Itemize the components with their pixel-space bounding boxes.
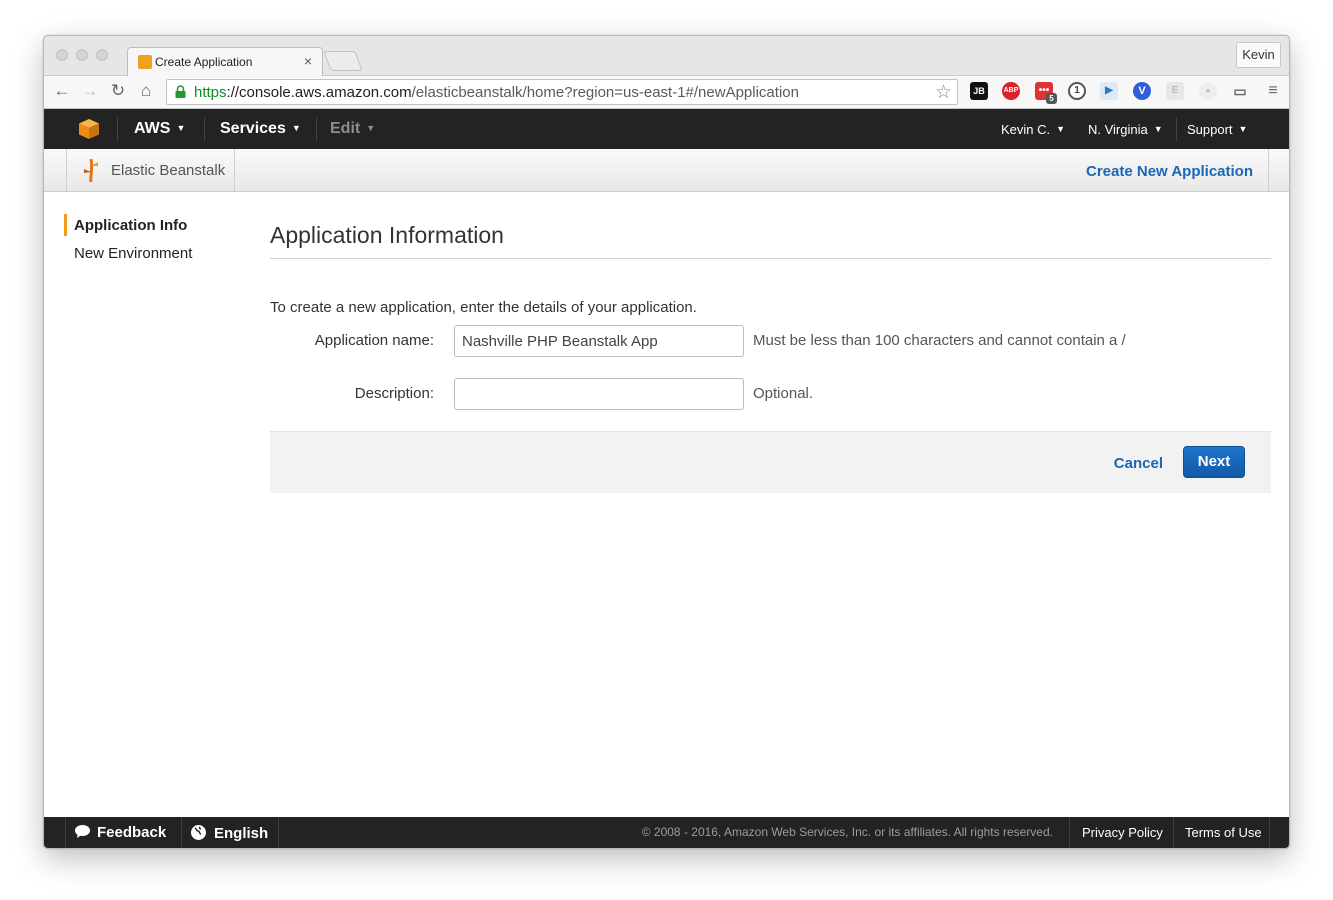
- chevron-down-icon: ▼: [366, 123, 376, 133]
- reader-extension-icon[interactable]: E: [1166, 82, 1184, 100]
- footer-divider: [278, 817, 279, 848]
- service-name[interactable]: Elastic Beanstalk: [66, 149, 235, 192]
- aws-menu[interactable]: AWS ▼: [134, 120, 185, 138]
- nav-divider: [316, 117, 317, 141]
- application-name-hint: Must be less than 100 characters and can…: [753, 332, 1126, 349]
- tab-close-icon[interactable]: ×: [304, 53, 312, 69]
- services-menu[interactable]: Services ▼: [220, 120, 301, 138]
- page-footer: Feedback English © 2008 - 2016, Amazon W…: [44, 817, 1289, 848]
- description-hint: Optional.: [753, 385, 814, 402]
- zoom-window-button[interactable]: [96, 49, 108, 61]
- nav-divider: [1176, 117, 1177, 141]
- privacy-policy-link[interactable]: Privacy Policy: [1082, 825, 1163, 840]
- browser-window: Create Application × Kevin ← → ↻ ⌂ https…: [43, 35, 1290, 849]
- footer-divider: [181, 817, 182, 848]
- adblock-extension-icon[interactable]: ABP: [1002, 82, 1020, 100]
- user-menu[interactable]: Kevin C. ▼: [1001, 122, 1065, 137]
- create-new-application-link[interactable]: Create New Application: [1086, 163, 1253, 180]
- aws-top-nav: AWS ▼ Services ▼ Edit ▼ Kevin C. ▼ N. Virgin…: [44, 109, 1289, 149]
- support-menu[interactable]: Support ▼: [1187, 122, 1247, 137]
- footer-divider: [65, 817, 66, 848]
- application-name-label: Application name:: [314, 332, 434, 349]
- terms-of-use-link[interactable]: Terms of Use: [1185, 825, 1262, 840]
- active-step-indicator: [64, 214, 67, 236]
- minimize-window-button[interactable]: [76, 49, 88, 61]
- globe-icon: [191, 825, 206, 840]
- browser-tab[interactable]: Create Application ×: [127, 47, 323, 77]
- chevron-down-icon: ▼: [1056, 124, 1066, 134]
- feedback-link[interactable]: Feedback: [74, 824, 166, 841]
- description-label: Description:: [354, 385, 434, 402]
- region-menu[interactable]: N. Virginia ▼: [1088, 122, 1163, 137]
- page-title: Application Information: [270, 222, 1271, 259]
- record-extension-icon[interactable]: ●: [1199, 82, 1217, 100]
- bookmark-star-icon[interactable]: ☆: [935, 81, 952, 104]
- edit-menu[interactable]: Edit ▼: [330, 120, 375, 138]
- play-extension-icon[interactable]: ▶: [1100, 82, 1118, 100]
- description-row: Description: Optional.: [270, 378, 1271, 410]
- form-intro-text: To create a new application, enter the d…: [270, 299, 697, 316]
- new-tab-button[interactable]: [323, 51, 363, 71]
- forward-arrow-icon[interactable]: →: [80, 81, 100, 101]
- footer-divider: [1269, 817, 1270, 848]
- address-bar[interactable]: https://console.aws.amazon.com/elasticbe…: [166, 79, 958, 105]
- service-name-label: Elastic Beanstalk: [111, 162, 226, 179]
- vimeo-extension-icon[interactable]: V: [1133, 82, 1151, 100]
- footer-divider: [1173, 817, 1174, 848]
- application-form: Application Information To create a new …: [270, 222, 1271, 493]
- description-input[interactable]: [454, 378, 744, 410]
- tab-strip: Create Application × Kevin: [44, 36, 1289, 77]
- aws-favicon-icon: [138, 55, 152, 69]
- application-name-input[interactable]: [454, 325, 744, 357]
- cast-icon[interactable]: ▭: [1231, 82, 1249, 100]
- chevron-down-icon: ▼: [291, 123, 301, 133]
- chevron-down-icon: ▼: [1153, 124, 1163, 134]
- reload-icon[interactable]: ↻: [108, 81, 128, 101]
- url-text: https://console.aws.amazon.com/elasticbe…: [194, 84, 799, 101]
- tab-title: Create Application: [155, 55, 253, 69]
- step-application-info[interactable]: Application Info: [74, 217, 187, 234]
- header-divider: [1268, 149, 1269, 192]
- language-selector[interactable]: English: [190, 824, 268, 842]
- profile-button[interactable]: Kevin: [1236, 42, 1281, 68]
- chevron-down-icon: ▼: [1238, 124, 1248, 134]
- chevron-down-icon: ▼: [176, 123, 186, 133]
- aws-cube-icon[interactable]: [78, 118, 100, 140]
- application-name-row: Application name: Must be less than 100 …: [270, 325, 1271, 357]
- speech-bubble-icon: [75, 825, 90, 838]
- service-header: Elastic Beanstalk Create New Application: [44, 149, 1289, 192]
- step-new-environment[interactable]: New Environment: [74, 245, 192, 262]
- onepassword-extension-icon[interactable]: 1: [1068, 82, 1086, 100]
- nav-divider: [204, 117, 205, 141]
- browser-toolbar: ← → ↻ ⌂ https://console.aws.amazon.com/e…: [44, 76, 1289, 109]
- copyright-text: © 2008 - 2016, Amazon Web Services, Inc.…: [641, 825, 1053, 839]
- footer-divider: [1069, 817, 1070, 848]
- home-icon[interactable]: ⌂: [136, 81, 156, 101]
- nav-divider: [117, 117, 118, 141]
- back-arrow-icon[interactable]: ←: [52, 81, 72, 101]
- close-window-button[interactable]: [56, 49, 68, 61]
- cancel-button[interactable]: Cancel: [1114, 455, 1163, 472]
- extension-badge: 5: [1046, 93, 1057, 104]
- lock-icon: [175, 85, 186, 98]
- jetbrains-extension-icon[interactable]: JB: [970, 82, 988, 100]
- chrome-menu-icon[interactable]: ≡: [1264, 82, 1282, 100]
- form-actions: Cancel Next: [270, 431, 1271, 493]
- next-button[interactable]: Next: [1183, 446, 1245, 478]
- elastic-beanstalk-icon: [84, 158, 98, 183]
